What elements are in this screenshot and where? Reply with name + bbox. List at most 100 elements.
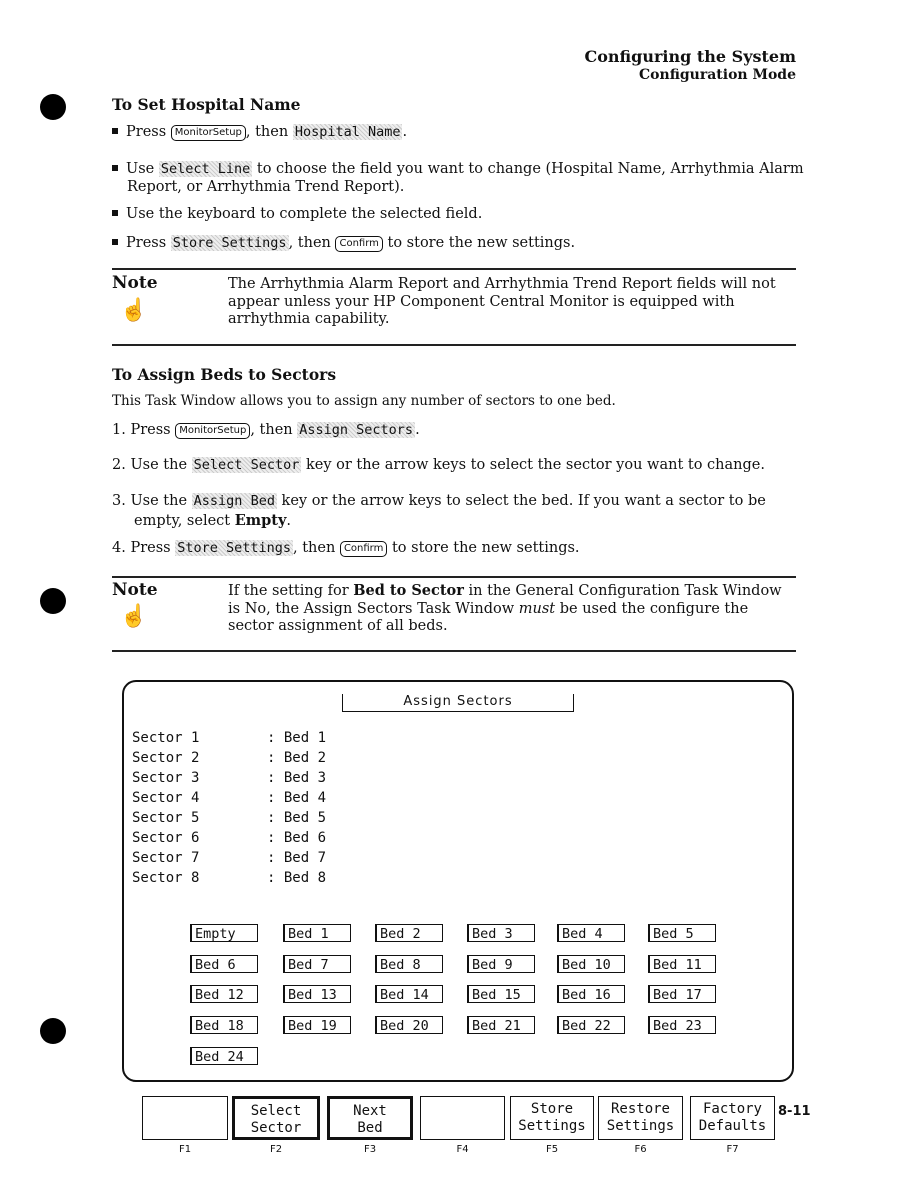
softkey-f5[interactable]: Store Settings bbox=[510, 1096, 594, 1140]
manual-page: Configuring the System Configuration Mod… bbox=[0, 0, 918, 1188]
bed-option-button[interactable]: Bed 16 bbox=[557, 985, 625, 1004]
bullet-1: Press MonitorSetup, then Hospital Name. bbox=[112, 124, 407, 141]
softkey-label: Sector bbox=[250, 1120, 302, 1136]
function-key-label: F6 bbox=[634, 1144, 647, 1155]
sector-label: Sector 7 bbox=[132, 850, 200, 866]
function-key-label: F7 bbox=[726, 1144, 739, 1155]
bed-option-button[interactable]: Bed 6 bbox=[190, 954, 258, 973]
assign-intro: This Task Window allows you to assign an… bbox=[112, 393, 616, 409]
punch-hole bbox=[40, 94, 66, 120]
function-key-label: F5 bbox=[545, 1144, 559, 1155]
sector-label: Sector 6 bbox=[132, 830, 200, 846]
softkey-label: Settings bbox=[606, 1118, 675, 1134]
softkey-label: Store bbox=[530, 1101, 574, 1117]
assign-sectors-window: Assign Sectors Sector 1 : Bed 1 Sector 2 : … bbox=[122, 680, 794, 1082]
section-title: Configuration Mode bbox=[639, 67, 796, 83]
punch-hole bbox=[40, 1018, 66, 1044]
function-key-label: F3 bbox=[363, 1144, 377, 1155]
bed-option-button[interactable]: Bed 21 bbox=[467, 1016, 535, 1035]
bed-option-button[interactable]: Empty bbox=[190, 924, 258, 942]
bed-option-button[interactable]: Bed 15 bbox=[467, 985, 535, 1004]
select-line-softkey: Select Line bbox=[158, 161, 253, 177]
step-3: 3. Use the Assign Bed key or the arrow k… bbox=[112, 493, 766, 529]
bullet-4: Press Store Settings, then Confirm to st… bbox=[112, 235, 575, 252]
bed-option-button[interactable]: Bed 17 bbox=[648, 985, 716, 1004]
softkey-label: Defaults bbox=[698, 1118, 767, 1134]
function-key-label: F2 bbox=[269, 1144, 283, 1155]
bed-option-button[interactable]: Bed 4 bbox=[557, 924, 625, 942]
bed-assignment: : Bed 6 bbox=[267, 830, 327, 846]
bed-option-button[interactable]: Bed 9 bbox=[467, 954, 535, 973]
bed-option-button[interactable]: Bed 20 bbox=[375, 1016, 443, 1035]
softkey-label: Settings bbox=[518, 1118, 586, 1134]
store-settings-softkey: Store Settings bbox=[170, 235, 289, 251]
note-label: Note bbox=[112, 273, 158, 293]
bed-assignment: : Bed 1 bbox=[267, 730, 327, 746]
bed-option-button[interactable]: Bed 13 bbox=[283, 985, 351, 1004]
bed-assignment: : Bed 2 bbox=[267, 750, 327, 766]
softkey-label: Restore bbox=[610, 1101, 670, 1117]
sector-label: Sector 4 bbox=[132, 790, 200, 806]
softkey-f7[interactable]: Factory Defaults bbox=[690, 1096, 775, 1140]
bed-option-button[interactable]: Bed 11 bbox=[648, 954, 716, 973]
monitor-setup-key: MonitorSetup bbox=[175, 423, 251, 439]
bed-option-button[interactable]: Bed 2 bbox=[375, 924, 443, 942]
softkey-f4[interactable] bbox=[420, 1096, 505, 1140]
softkey-label: Select bbox=[250, 1103, 302, 1119]
bed-assignment: : Bed 5 bbox=[267, 810, 327, 826]
bed-assignment: : Bed 7 bbox=[267, 850, 327, 866]
assign-bed-softkey: Assign Bed bbox=[191, 493, 277, 509]
bed-option-button[interactable]: Bed 24 bbox=[190, 1046, 258, 1065]
bed-option-button[interactable]: Bed 10 bbox=[557, 954, 625, 973]
softkey-f1[interactable] bbox=[142, 1096, 228, 1140]
select-sector-softkey: Select Sector bbox=[191, 457, 302, 473]
monitor-setup-key: MonitorSetup bbox=[170, 125, 246, 141]
step-2: 2. Use the Select Sector key or the arro… bbox=[112, 457, 765, 473]
assign-heading: To Assign Beds to Sectors bbox=[112, 365, 337, 384]
divider bbox=[112, 576, 796, 578]
softkey-f2[interactable]: Select Sector bbox=[232, 1096, 320, 1140]
bed-option-button[interactable]: Bed 19 bbox=[283, 1016, 351, 1035]
softkey-label: Bed bbox=[357, 1120, 383, 1136]
note-label: Note bbox=[112, 580, 158, 600]
softkey-label: Factory bbox=[702, 1101, 762, 1117]
hospital-heading: To Set Hospital Name bbox=[112, 95, 301, 114]
bed-assignment: : Bed 4 bbox=[267, 790, 327, 806]
bed-option-button[interactable]: Bed 12 bbox=[190, 985, 258, 1004]
bed-option-button[interactable]: Bed 7 bbox=[283, 954, 351, 973]
divider bbox=[112, 650, 796, 652]
confirm-key: Confirm bbox=[339, 541, 388, 557]
store-settings-softkey: Store Settings bbox=[175, 540, 294, 556]
chapter-title: Configuring the System bbox=[584, 47, 796, 66]
hand-pointer-icon: ☝ bbox=[120, 604, 148, 629]
bed-option-button[interactable]: Bed 3 bbox=[467, 924, 535, 942]
sector-label: Sector 5 bbox=[132, 810, 200, 826]
softkey-f3[interactable]: Next Bed bbox=[327, 1096, 413, 1140]
hand-pointer-icon: ☝ bbox=[120, 298, 148, 323]
confirm-key: Confirm bbox=[335, 236, 383, 252]
bed-option-button[interactable]: Bed 1 bbox=[283, 924, 351, 942]
bed-option-button[interactable]: Bed 14 bbox=[375, 985, 443, 1004]
sector-label: Sector 3 bbox=[132, 770, 200, 786]
function-key-label: F4 bbox=[456, 1144, 469, 1155]
divider bbox=[112, 268, 796, 270]
sector-label: Sector 8 bbox=[132, 870, 200, 886]
step-1: 1. Press MonitorSetup, then Assign Secto… bbox=[112, 422, 420, 439]
softkey-f6[interactable]: Restore Settings bbox=[598, 1096, 683, 1140]
bed-assignment: : Bed 8 bbox=[267, 870, 327, 886]
bed-option-button[interactable]: Bed 8 bbox=[375, 954, 443, 973]
sector-label: Sector 1 bbox=[132, 730, 200, 746]
note-text: If the setting for Bed to Sector in the … bbox=[228, 582, 782, 634]
sector-label: Sector 2 bbox=[132, 750, 200, 766]
window-title: Assign Sectors bbox=[342, 694, 574, 712]
bed-option-button[interactable]: Bed 5 bbox=[648, 924, 716, 942]
softkey-label: Next bbox=[353, 1103, 387, 1119]
bed-option-button[interactable]: Bed 23 bbox=[648, 1016, 716, 1035]
page-number: 8-11 bbox=[778, 1104, 811, 1119]
punch-hole bbox=[40, 588, 66, 614]
assign-sectors-softkey: Assign Sectors bbox=[297, 422, 416, 438]
function-key-label: F1 bbox=[178, 1144, 192, 1155]
bed-option-button[interactable]: Bed 18 bbox=[190, 1016, 258, 1035]
bed-option-button[interactable]: Bed 22 bbox=[557, 1016, 625, 1035]
bullet-2: Use Select Line to choose the field you … bbox=[112, 160, 817, 196]
